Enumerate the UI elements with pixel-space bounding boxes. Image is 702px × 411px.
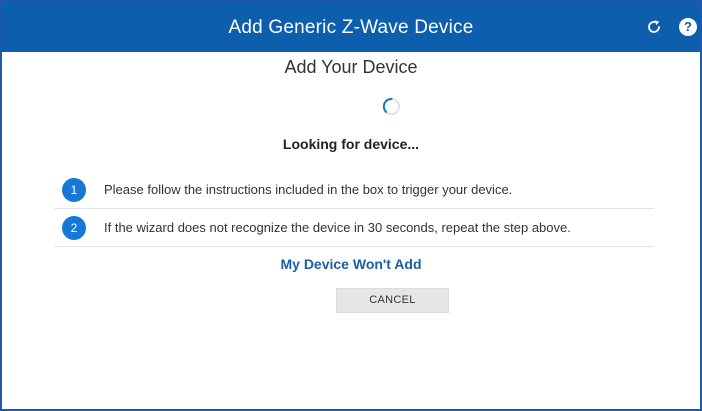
page-heading: Add Your Device xyxy=(284,57,418,77)
step-number-badge: 1 xyxy=(62,178,86,202)
step-number-badge: 2 xyxy=(62,216,86,240)
title-bar: Add Generic Z-Wave Device ? xyxy=(2,2,700,52)
refresh-icon[interactable] xyxy=(645,18,663,36)
help-icon[interactable]: ? xyxy=(679,18,697,36)
cancel-button[interactable]: CANCEL xyxy=(336,288,449,313)
window-title: Add Generic Z-Wave Device xyxy=(228,17,474,38)
instruction-step: 1 Please follow the instructions include… xyxy=(54,171,654,209)
instruction-step: 2 If the wizard does not recognize the d… xyxy=(54,209,654,247)
loading-spinner-icon xyxy=(382,97,401,116)
device-wont-add-link[interactable]: My Device Won't Add xyxy=(2,256,700,272)
step-text: If the wizard does not recognize the dev… xyxy=(104,220,571,235)
dialog-window: Add Generic Z-Wave Device ? Add Your Dev… xyxy=(0,0,702,411)
status-text: Looking for device... xyxy=(282,136,420,152)
step-text: Please follow the instructions included … xyxy=(104,182,513,197)
